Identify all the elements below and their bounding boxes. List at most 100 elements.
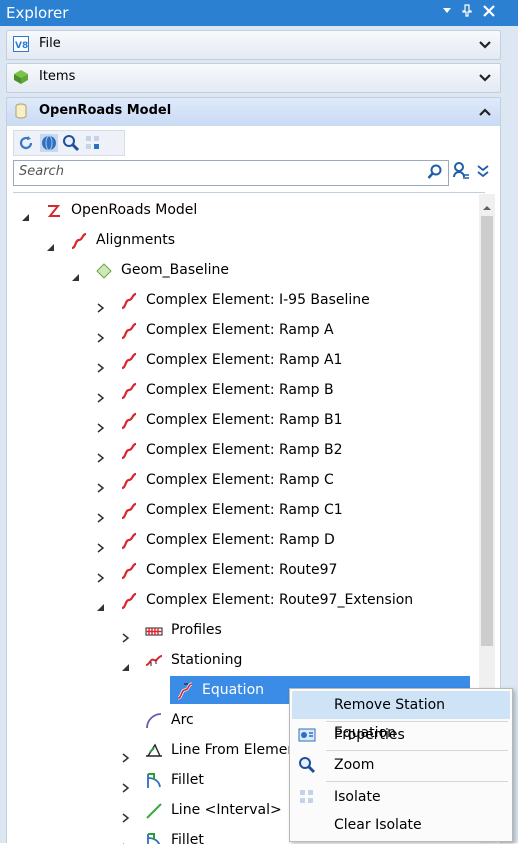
menu-item-remove-station-equation[interactable]: Remove Station Equation [292, 691, 510, 741]
geometry-diamond-icon [95, 262, 113, 280]
stationing-icon [145, 652, 163, 670]
menu-item-label: Zoom [334, 757, 375, 773]
fillet-icon [145, 832, 163, 844]
collapse-arrow-icon[interactable] [121, 655, 131, 671]
chevron-down-icon[interactable] [478, 70, 492, 84]
expand-arrow-icon[interactable] [96, 445, 106, 463]
tree-label: Line <Interval> [171, 802, 282, 818]
model-toolbar [13, 130, 125, 156]
close-icon[interactable] [480, 3, 498, 21]
tree-label: Complex Element: Ramp A [146, 322, 334, 338]
section-file[interactable]: V8 File [6, 30, 501, 60]
search-input[interactable]: Search [13, 160, 449, 186]
zoom-icon[interactable] [62, 134, 80, 152]
menu-item-label: Clear Isolate [334, 817, 422, 833]
expand-more-icon[interactable] [473, 161, 493, 181]
tree-node-openroads-model[interactable]: OpenRoads Model [13, 196, 473, 224]
menu-item-label: Isolate [334, 789, 381, 805]
tree-label: Arc [171, 712, 194, 728]
expand-arrow-icon[interactable] [96, 475, 106, 493]
tree-node-alignments[interactable]: Alignments [13, 226, 473, 254]
tree-node-profiles[interactable]: Profiles [13, 616, 473, 644]
refresh-icon[interactable] [17, 134, 35, 152]
menu-item-clear-isolate[interactable]: Clear Isolate [292, 811, 510, 839]
tree-node-complex-element[interactable]: Complex Element: Route97 [13, 556, 473, 584]
expand-arrow-icon[interactable] [96, 505, 106, 523]
scrollbar-thumb[interactable] [481, 216, 493, 646]
tree-label: Complex Element: Ramp D [146, 532, 335, 548]
menu-item-zoom[interactable]: Zoom [292, 751, 510, 779]
section-items[interactable]: Items [6, 63, 501, 93]
station-equation-icon [176, 682, 194, 700]
expand-arrow-icon[interactable] [96, 295, 106, 313]
complex-element-icon [120, 472, 138, 490]
tree-node-geom-baseline[interactable]: Geom_Baseline [13, 256, 473, 284]
window-title: Explorer [6, 4, 69, 22]
arc-icon [145, 712, 163, 730]
menu-item-isolate[interactable]: Isolate [292, 783, 510, 811]
complex-element-icon [120, 532, 138, 550]
collapse-arrow-icon[interactable] [21, 205, 31, 221]
tree-node-complex-element[interactable]: Complex Element: Ramp C [13, 466, 473, 494]
tree-label: Complex Element: Route97_Extension [146, 592, 414, 608]
tree-node-complex-element[interactable]: Complex Element: Ramp B2 [13, 436, 473, 464]
complex-element-icon [120, 562, 138, 580]
globe-icon[interactable] [40, 134, 58, 152]
expand-arrow-icon[interactable] [96, 415, 106, 433]
expand-arrow-icon[interactable] [121, 745, 131, 763]
complex-element-icon [120, 292, 138, 310]
isolate-icon[interactable] [84, 134, 102, 152]
section-openroads-model[interactable]: OpenRoads Model [6, 97, 501, 127]
chevron-up-icon[interactable] [478, 104, 492, 118]
tree-label: Complex Element: Ramp B [146, 382, 334, 398]
tree-label: Complex Element: Ramp B2 [146, 442, 343, 458]
expand-arrow-icon[interactable] [121, 625, 131, 643]
tree-label: Complex Element: Ramp C [146, 472, 334, 488]
menu-item-properties[interactable]: Properties [292, 721, 510, 749]
tree-node-complex-element[interactable]: Complex Element: Route97_Extension [13, 586, 473, 614]
tree-node-complex-element[interactable]: Complex Element: Ramp C1 [13, 496, 473, 524]
explorer-titlebar: Explorer [0, 0, 518, 26]
complex-element-icon [120, 502, 138, 520]
tree-label: Complex Element: Ramp B1 [146, 412, 343, 428]
chevron-down-icon[interactable] [478, 37, 492, 51]
dropdown-icon[interactable] [438, 3, 456, 21]
search-options-icon[interactable] [451, 161, 471, 181]
context-menu: Remove Station Equation Properties Zoom … [289, 688, 513, 842]
tree-node-complex-element[interactable]: Complex Element: Ramp B [13, 376, 473, 404]
tree-label: Fillet [171, 772, 204, 788]
tree-node-stationing[interactable]: Stationing [13, 646, 473, 674]
expand-arrow-icon[interactable] [96, 535, 106, 553]
tree-node-complex-element[interactable]: Complex Element: Ramp A [13, 316, 473, 344]
svg-text:V8: V8 [15, 41, 28, 51]
pin-icon[interactable] [458, 3, 476, 21]
search-icon[interactable] [427, 164, 443, 180]
section-model-label: OpenRoads Model [39, 103, 172, 118]
tree-label: Complex Element: Ramp C1 [146, 502, 343, 518]
collapse-arrow-icon[interactable] [96, 595, 106, 611]
tree-node-complex-element[interactable]: Complex Element: Ramp B1 [13, 406, 473, 434]
expand-arrow-icon[interactable] [96, 325, 106, 343]
scroll-up-arrow-icon[interactable] [482, 198, 492, 210]
expand-arrow-icon[interactable] [121, 805, 131, 823]
tree-label: Fillet [171, 832, 204, 844]
complex-element-icon [120, 412, 138, 430]
expand-arrow-icon[interactable] [121, 775, 131, 793]
properties-icon [298, 726, 316, 744]
collapse-arrow-icon[interactable] [71, 265, 81, 281]
tree-node-complex-element[interactable]: Complex Element: Ramp D [13, 526, 473, 554]
v8-file-icon: V8 [13, 36, 29, 52]
tree-label: Complex Element: Ramp A1 [146, 352, 343, 368]
tree-node-complex-element[interactable]: Complex Element: Ramp A1 [13, 346, 473, 374]
collapse-arrow-icon[interactable] [46, 235, 56, 251]
expand-arrow-icon[interactable] [96, 565, 106, 583]
tree-label: OpenRoads Model [71, 202, 198, 218]
expand-arrow-icon[interactable] [96, 385, 106, 403]
search-placeholder: Search [19, 164, 64, 179]
openroads-model-icon [45, 202, 63, 220]
tree-label: Line From Element [171, 742, 302, 758]
alignment-icon [70, 232, 88, 250]
expand-arrow-icon[interactable] [96, 355, 106, 373]
tree-node-complex-element[interactable]: Complex Element: I-95 Baseline [13, 286, 473, 314]
tree-label: Complex Element: I-95 Baseline [146, 292, 370, 308]
